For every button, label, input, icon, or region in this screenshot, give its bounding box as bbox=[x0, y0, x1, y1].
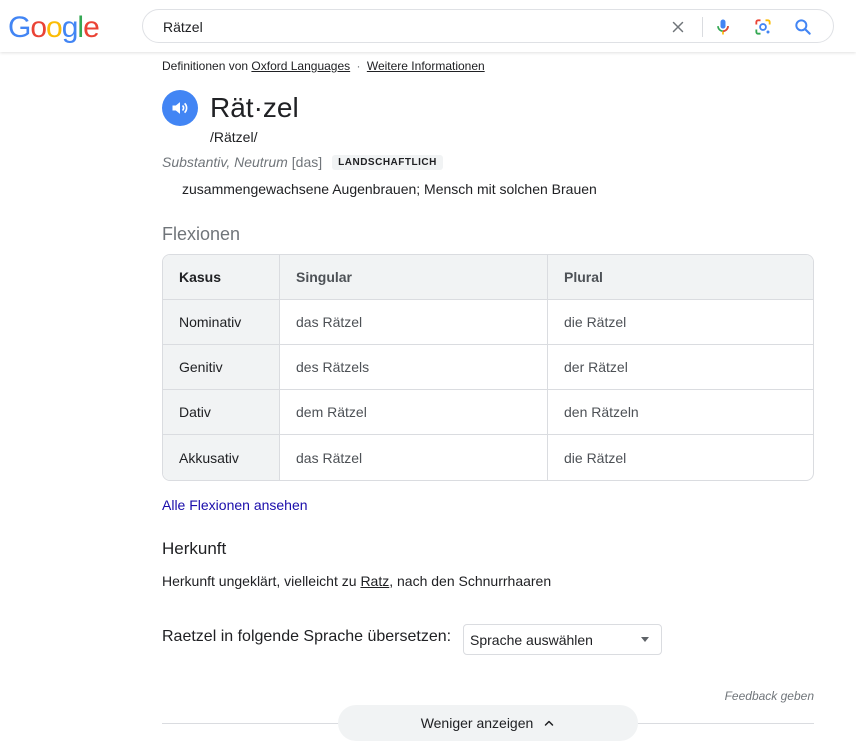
header: Google bbox=[0, 0, 856, 52]
table-row: Dativ dem Rätzel den Rätzeln bbox=[163, 390, 813, 435]
source-separator: · bbox=[356, 59, 361, 73]
origin-text: Herkunft ungeklärt, vielleicht zu Ratz, … bbox=[162, 573, 551, 589]
lens-icon[interactable] bbox=[750, 14, 776, 40]
google-logo[interactable]: Google bbox=[8, 10, 100, 46]
header-singular: Singular bbox=[279, 255, 547, 300]
language-select[interactable]: Sprache auswählen bbox=[463, 624, 662, 655]
definition: zusammengewachsene Augenbrauen; Mensch m… bbox=[182, 181, 597, 197]
logo-letter: G bbox=[8, 11, 31, 44]
more-info-link[interactable]: Weitere Informationen bbox=[367, 59, 485, 73]
feedback-link[interactable]: Feedback geben bbox=[725, 689, 814, 703]
gender-label: [das] bbox=[291, 154, 323, 170]
origin-title: Herkunft bbox=[162, 539, 227, 558]
search-divider bbox=[702, 17, 703, 37]
singular-cell: das Rätzel bbox=[279, 300, 547, 345]
singular-cell: des Rätzels bbox=[279, 345, 547, 390]
case-cell: Akkusativ bbox=[163, 435, 279, 480]
case-cell: Nominativ bbox=[163, 300, 279, 345]
header-kasus: Kasus bbox=[163, 255, 279, 300]
logo-letter: e bbox=[83, 11, 100, 44]
caret-down-icon bbox=[641, 637, 649, 642]
logo-letter: o bbox=[30, 11, 47, 44]
language-select-value: Sprache auswählen bbox=[470, 631, 593, 648]
pos-label: Substantiv, Neutrum bbox=[162, 154, 288, 170]
search-box[interactable] bbox=[142, 9, 834, 43]
oxford-languages-link[interactable]: Oxford Languages bbox=[251, 59, 350, 73]
inflection-table: Kasus Singular Plural Nominativ das Rätz… bbox=[162, 254, 814, 481]
microphone-icon[interactable] bbox=[710, 14, 736, 40]
origin-link-ratz[interactable]: Ratz bbox=[360, 573, 389, 589]
table-row: Genitiv des Rätzels der Rätzel bbox=[163, 345, 813, 390]
source-line: Definitionen von Oxford Languages · Weit… bbox=[162, 59, 485, 73]
singular-cell: dem Rätzel bbox=[279, 390, 547, 435]
case-cell: Dativ bbox=[163, 390, 279, 435]
source-prefix: Definitionen von bbox=[162, 59, 249, 73]
region-tag: LANDSCHAFTLICH bbox=[332, 154, 443, 170]
logo-letter: o bbox=[46, 11, 63, 44]
inflections-title: Flexionen bbox=[162, 224, 241, 244]
all-inflections-link[interactable]: Alle Flexionen ansehen bbox=[162, 497, 308, 513]
header-plural: Plural bbox=[547, 255, 813, 300]
translate-label: Raetzel in folgende Sprache übersetzen: bbox=[162, 628, 452, 645]
part-of-speech: Substantiv, Neutrum [das] LANDSCHAFTLICH bbox=[162, 154, 443, 170]
table-header-row: Kasus Singular Plural bbox=[163, 255, 813, 300]
search-input[interactable] bbox=[163, 16, 643, 38]
phonetic: /Rätzel/ bbox=[210, 129, 258, 145]
show-less-label: Weniger anzeigen bbox=[420, 715, 534, 731]
table-row: Nominativ das Rätzel die Rätzel bbox=[163, 300, 813, 345]
table-row: Akkusativ das Rätzel die Rätzel bbox=[163, 435, 813, 480]
plural-cell: die Rätzel bbox=[547, 300, 813, 345]
headword: Rät·zel bbox=[210, 92, 299, 123]
origin-prefix: Herkunft ungeklärt, vielleicht zu bbox=[162, 573, 361, 589]
plural-cell: der Rätzel bbox=[547, 345, 813, 390]
search-icon[interactable] bbox=[790, 14, 816, 40]
close-icon[interactable] bbox=[665, 14, 691, 40]
chevron-up-icon bbox=[545, 720, 554, 726]
plural-cell: die Rätzel bbox=[547, 435, 813, 480]
show-less-button[interactable]: Weniger anzeigen bbox=[338, 705, 638, 741]
singular-cell: das Rätzel bbox=[279, 435, 547, 480]
logo-letter: g bbox=[61, 11, 79, 44]
speaker-icon[interactable] bbox=[162, 90, 198, 126]
case-cell: Genitiv bbox=[163, 345, 279, 390]
plural-cell: den Rätzeln bbox=[547, 390, 813, 435]
origin-suffix: , nach den Schnurrhaaren bbox=[389, 573, 552, 589]
